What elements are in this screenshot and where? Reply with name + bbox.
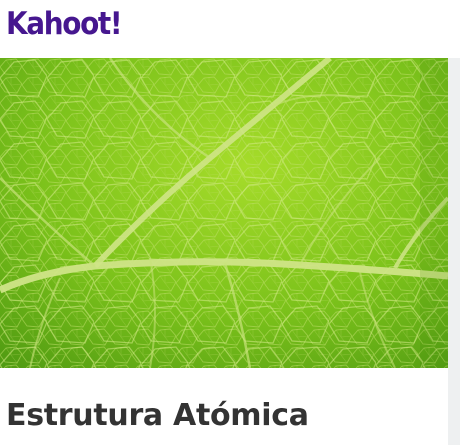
top-bar: Kahoot!: [0, 0, 460, 58]
kahoot-cover-image: [0, 58, 448, 368]
kahoot-card: Estrutura Atómica: [0, 58, 448, 445]
kahoot-logo[interactable]: Kahoot!: [6, 2, 123, 46]
kahoot-title: Estrutura Atómica: [6, 398, 309, 433]
